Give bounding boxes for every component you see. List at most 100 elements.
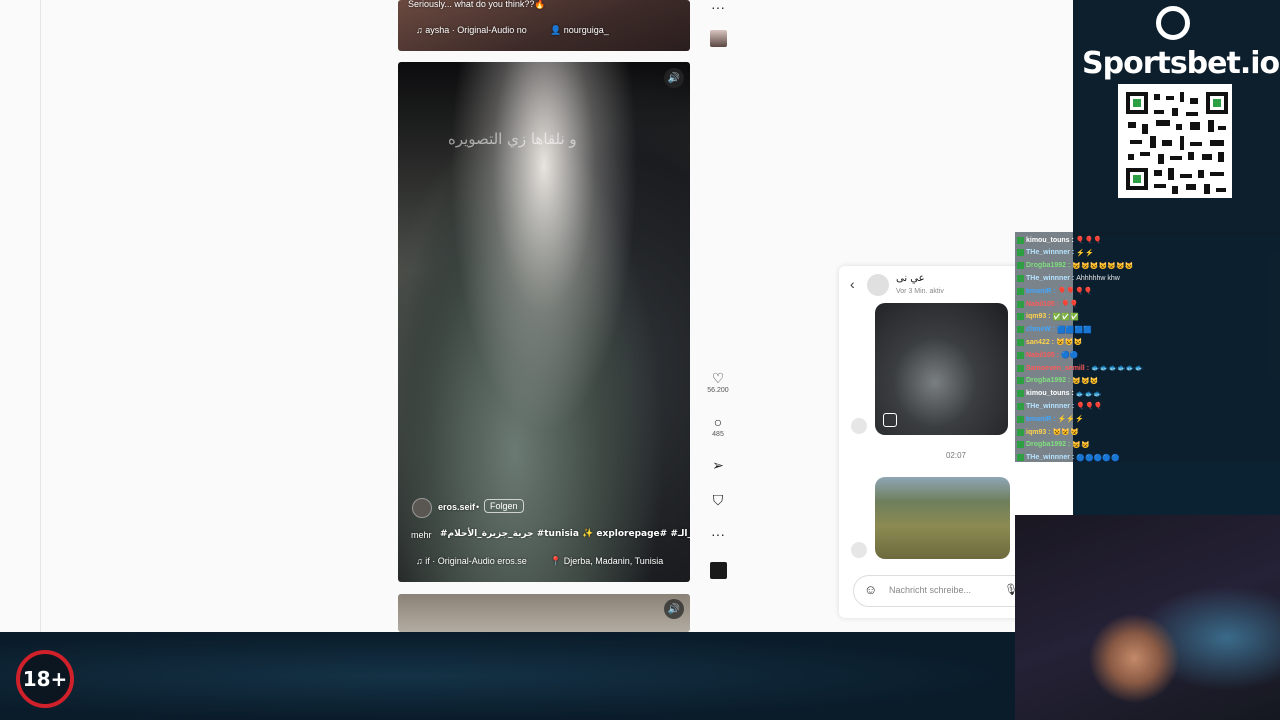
- reel-caption: Seriously... what do you think??🔥: [408, 0, 546, 9]
- audio-thumbnail[interactable]: [710, 562, 727, 579]
- chat-message: Nabil105 : 🔵🔵: [1017, 349, 1079, 361]
- heart-icon[interactable]: ♡: [706, 371, 730, 385]
- chat-username: Drogba1992 :: [1026, 441, 1071, 449]
- chat-video-preview[interactable]: [875, 477, 1010, 559]
- instagram-page: Seriously... what do you think??🔥 ♫ aysh…: [0, 0, 1073, 632]
- chat-username: kmaniR :: [1026, 415, 1056, 423]
- chat-message: Drogba1992 : 😺😺😺: [1017, 375, 1099, 387]
- message-placeholder: Nachricht schreibe...: [889, 585, 972, 595]
- sportsbet-logo-icon: [1156, 6, 1190, 40]
- chat-username: iqm93 :: [1026, 428, 1051, 436]
- emoji-icon[interactable]: ☺: [864, 582, 877, 597]
- sidebar-divider: [40, 0, 41, 632]
- chat-username: kimou_touns :: [1026, 236, 1074, 244]
- badge-icon: [1017, 402, 1024, 410]
- chat-username: THe_winnner :: [1026, 274, 1075, 282]
- chat-text: ✅✅✅: [1052, 313, 1079, 321]
- badge-icon: [1017, 351, 1024, 359]
- comment-count: 485: [712, 431, 724, 438]
- chat-contact-name[interactable]: عي نى: [896, 273, 925, 284]
- reel-video[interactable]: و نلقاها زي التصويره 🔊 eros.seif • Folge…: [398, 62, 690, 582]
- chat-username: Nabil105 :: [1026, 351, 1060, 359]
- badge-icon: [1017, 454, 1024, 462]
- reel-audio[interactable]: ♫ aysha · Original-Audio no: [416, 25, 527, 35]
- separator-dot: •: [476, 502, 480, 512]
- chat-message: iqm93 : ✅✅✅: [1017, 311, 1079, 323]
- send-icon[interactable]: ➢: [706, 458, 730, 472]
- chat-username: Drogba1992 :: [1026, 377, 1071, 385]
- webcam-feed: [1015, 515, 1280, 720]
- age-rating-badge: 18+: [16, 650, 74, 708]
- chat-text: 🎈🎈🎈🎈: [1057, 288, 1093, 296]
- chat-message: iqm93 : 😺😺😺: [1017, 426, 1079, 438]
- badge-icon: [1017, 428, 1024, 436]
- reel-audio[interactable]: ♫ if · Original-Audio eros.se: [416, 556, 527, 566]
- chat-message: THe_winnner : Ahhhhhw khw: [1017, 272, 1120, 284]
- chevron-left-icon[interactable]: ‹: [850, 276, 855, 292]
- chat-username: kimou_touns :: [1026, 390, 1074, 398]
- chat-text: 🐟🐟🐟: [1075, 390, 1102, 398]
- chat-username: Samoeven_semill :: [1026, 364, 1090, 372]
- chat-message: THe_winnner : ⚡⚡: [1017, 247, 1094, 259]
- chat-text: 😺😺😺: [1072, 377, 1099, 385]
- badge-icon: [1017, 287, 1024, 295]
- follow-button[interactable]: Folgen: [484, 499, 524, 513]
- chat-username: Drogba1992 :: [1026, 262, 1071, 270]
- speaker-icon[interactable]: 🔊: [664, 599, 684, 619]
- badge-icon: [1017, 364, 1024, 372]
- chat-text: 🎈🎈🎈: [1075, 237, 1102, 244]
- chat-message: kimou_touns : 🎈🎈🎈: [1017, 234, 1102, 246]
- comment-icon[interactable]: ○: [706, 415, 730, 429]
- reel-previous[interactable]: Seriously... what do you think??🔥 ♫ aysh…: [398, 0, 690, 51]
- chat-text: 🟦🟦🟦🟦: [1057, 326, 1093, 334]
- chat-reel-preview[interactable]: [875, 303, 1008, 435]
- reel-username[interactable]: eros.seif: [438, 502, 475, 512]
- badge-icon: [1017, 274, 1024, 282]
- bookmark-icon[interactable]: ⛉: [706, 493, 730, 507]
- chat-username: Nabil105 :: [1026, 300, 1060, 308]
- badge-icon: [1017, 441, 1024, 449]
- badge-icon: [1017, 415, 1024, 423]
- chat-message: kmaniR : 🎈🎈🎈🎈: [1017, 285, 1092, 297]
- chat-message: Samoeven_semill : 🐟🐟🐟🐟🐟🐟: [1017, 362, 1143, 374]
- chat-message: THe_winnner : 🎈🎈🎈: [1017, 400, 1102, 412]
- chat-username: THe_winnner :: [1026, 402, 1075, 410]
- chat-text: 😺😺: [1072, 441, 1090, 449]
- video-overlay-text: و نلقاها زي التصويره: [448, 130, 577, 148]
- badge-icon: [1017, 249, 1024, 257]
- badge-icon: [1017, 313, 1024, 321]
- stream-chat: kimou_touns : 🎈🎈🎈 THe_winnner : ⚡⚡ Drogba199…: [1015, 232, 1280, 462]
- audio-thumbnail[interactable]: [710, 30, 727, 47]
- badge-icon: [1017, 338, 1024, 346]
- reel-location[interactable]: 📍 Djerba, Madanin, Tunisia: [550, 556, 663, 567]
- chat-username: kmaniR :: [1026, 287, 1056, 295]
- badge-icon: [1017, 326, 1024, 334]
- avatar[interactable]: [412, 498, 432, 518]
- chat-message: kmaniR : ⚡⚡⚡: [1017, 413, 1084, 425]
- reel-next[interactable]: 🔊: [398, 594, 690, 632]
- chat-message: chmeW : 🟦🟦🟦🟦: [1017, 324, 1092, 336]
- avatar[interactable]: [867, 274, 889, 296]
- chat-text: 🎈🎈🎈: [1076, 403, 1103, 411]
- chat-text: Ahhhhhw khw: [1076, 274, 1120, 282]
- badge-icon: [1017, 236, 1024, 244]
- more-link[interactable]: mehr: [411, 530, 432, 540]
- chat-message: Nabil105 : 🎈🎈: [1017, 298, 1079, 310]
- more-icon[interactable]: ···: [706, 527, 730, 541]
- like-button[interactable]: ♡ 56.200: [706, 371, 730, 394]
- reel-user[interactable]: 👤 nourguiga_: [550, 25, 609, 36]
- chat-message: san422 : 😺😺😺: [1017, 336, 1082, 348]
- speaker-icon[interactable]: 🔊: [664, 68, 684, 88]
- avatar: [851, 542, 867, 558]
- chat-text: ⚡⚡: [1076, 249, 1094, 257]
- badge-icon: [1017, 262, 1024, 270]
- chat-text: 🐟🐟🐟🐟🐟🐟: [1091, 365, 1144, 372]
- reel-icon: [883, 413, 897, 427]
- badge-icon: [1017, 300, 1024, 308]
- more-icon[interactable]: ···: [706, 0, 730, 14]
- chat-username: san422 :: [1026, 338, 1055, 346]
- chat-username: THe_winnner :: [1026, 249, 1075, 257]
- badge-icon: [1017, 390, 1024, 398]
- chat-text: 🎈🎈: [1061, 301, 1079, 308]
- comment-button[interactable]: ○ 485: [706, 415, 730, 438]
